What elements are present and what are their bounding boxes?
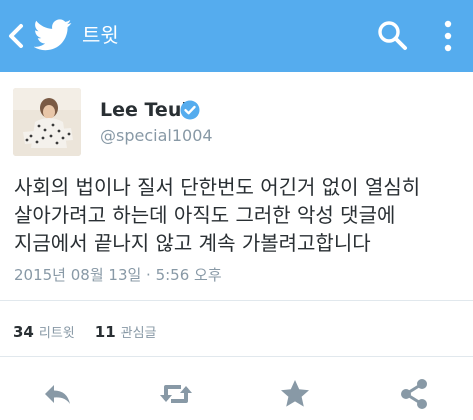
author-handle[interactable]: @special1004 bbox=[100, 125, 213, 147]
retweet-icon[interactable] bbox=[156, 374, 196, 414]
tweet-text: 사회의 법이나 질서 단한번도 어긴거 없이 열심히 살아가려고 하는데 아직도… bbox=[14, 173, 464, 257]
share-icon[interactable] bbox=[394, 374, 434, 414]
tweet-stats: 34 리트윗 11 관심글 bbox=[13, 322, 157, 344]
retweet-count[interactable]: 34 bbox=[13, 323, 34, 341]
retweet-label[interactable]: 리트윗 bbox=[39, 326, 75, 341]
divider bbox=[0, 356, 473, 357]
avatar[interactable] bbox=[13, 88, 81, 156]
divider bbox=[0, 300, 473, 301]
back-arrow-icon[interactable] bbox=[6, 22, 26, 50]
more-vert-icon[interactable] bbox=[440, 16, 456, 56]
tweet-timestamp: 2015년 08월 13일 · 5:56 오후 bbox=[14, 266, 222, 284]
favorite-star-icon[interactable] bbox=[275, 374, 315, 414]
tweet-text-line: 사회의 법이나 질서 단한번도 어긴거 없이 열심히 bbox=[14, 175, 421, 199]
verified-badge-icon bbox=[180, 100, 200, 120]
app-bar: 트윗 bbox=[0, 0, 473, 72]
twitter-bird-icon bbox=[33, 19, 72, 51]
search-icon[interactable] bbox=[376, 19, 408, 51]
tweet-text-line: 지금에서 끝나지 않고 계속 가볼려고합니다 bbox=[14, 231, 371, 255]
tweet-text-line: 살아가려고 하는데 아직도 그러한 악성 댓글에 bbox=[14, 203, 396, 227]
reply-icon[interactable] bbox=[37, 374, 77, 414]
favorite-label[interactable]: 관심글 bbox=[121, 326, 157, 341]
favorite-count[interactable]: 11 bbox=[95, 323, 116, 341]
page-title: 트윗 bbox=[82, 23, 119, 47]
